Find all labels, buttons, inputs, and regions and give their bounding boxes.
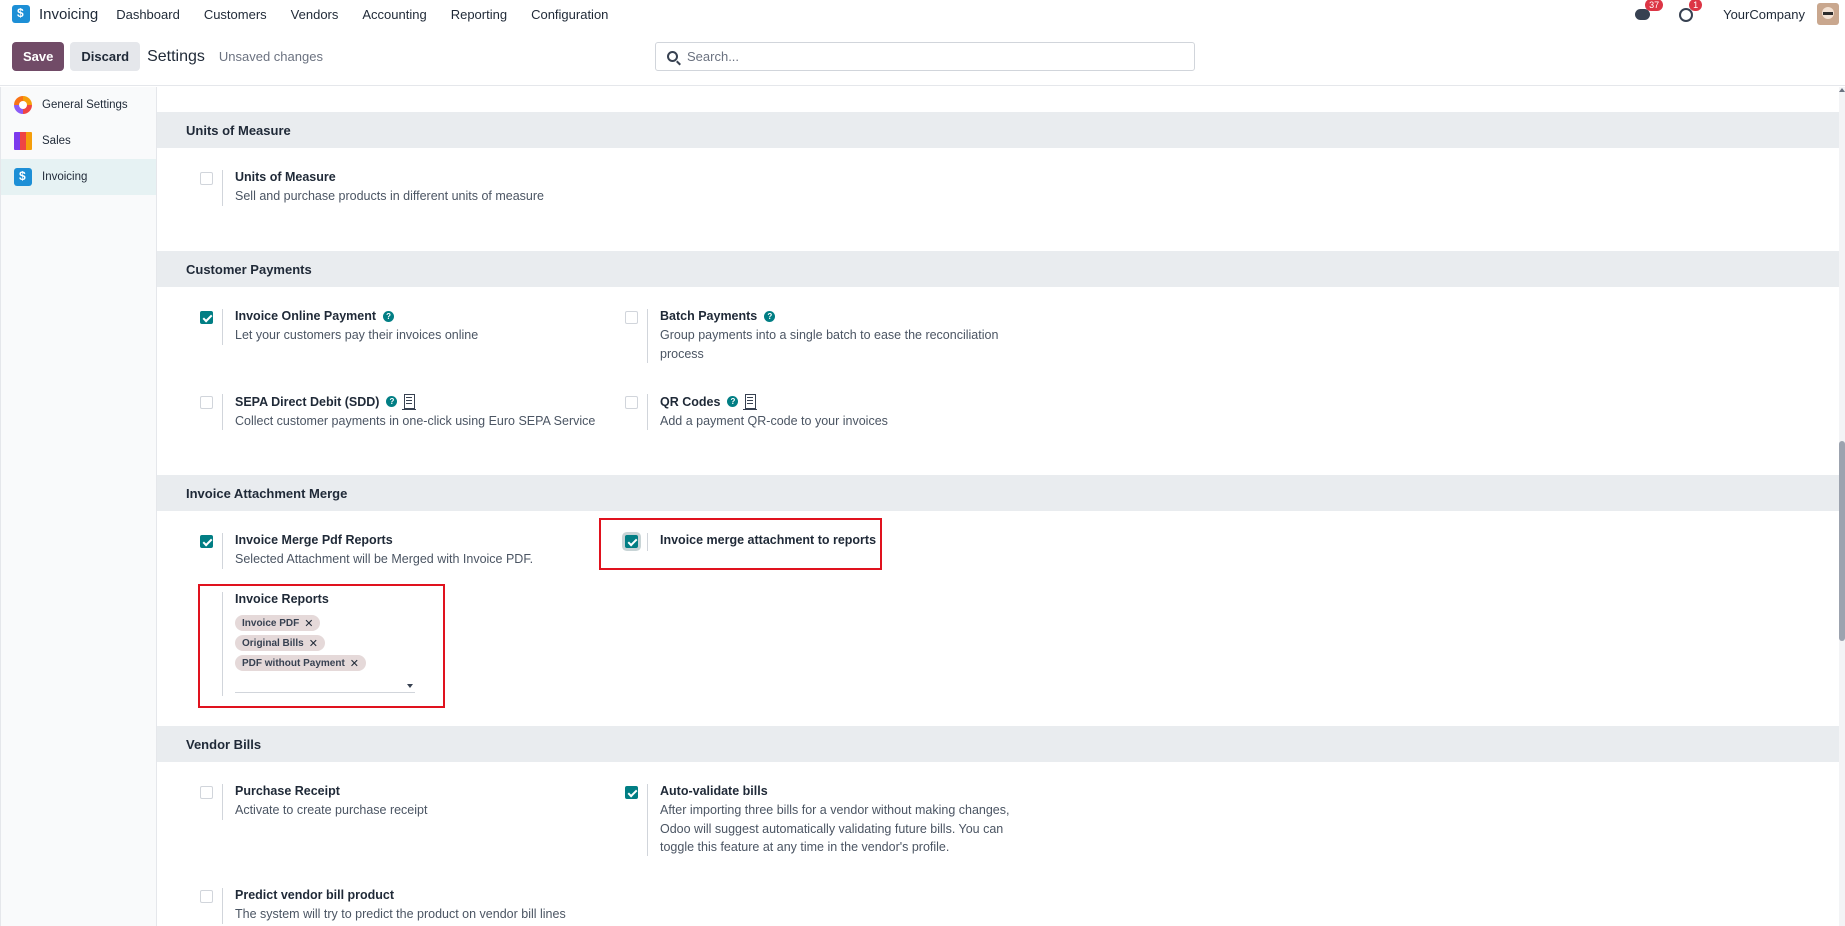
top-navbar: Invoicing Dashboard Customers Vendors Ac…: [0, 0, 1845, 28]
purchase-receipt-checkbox[interactable]: [200, 786, 213, 799]
setting-title: Invoice merge attachment to reports: [660, 533, 877, 547]
setting-description: Add a payment QR-code to your invoices: [660, 414, 888, 428]
invoicing-icon: [14, 168, 32, 186]
menu-accounting[interactable]: Accounting: [362, 7, 426, 22]
invoice-reports-dropdown[interactable]: [235, 677, 415, 693]
setting-units-of-measure: Units of Measure Sell and purchase produ…: [200, 170, 544, 206]
section-title-vendor-bills: Vendor Bills: [157, 726, 1839, 762]
predict-product-checkbox[interactable]: [200, 890, 213, 903]
batch-payments-checkbox[interactable]: [625, 311, 638, 324]
invoicing-app-icon[interactable]: [12, 5, 30, 23]
setting-invoice-online-payment: Invoice Online Payment? Let your custome…: [200, 309, 478, 345]
setting-purchase-receipt: Purchase Receipt Activate to create purc…: [200, 784, 427, 820]
setting-title: Batch Payments: [660, 309, 758, 323]
tag-invoice-pdf: Invoice PDF ✕: [235, 615, 321, 631]
section-title-customer-payments: Customer Payments: [157, 251, 1839, 287]
menu-customers[interactable]: Customers: [204, 7, 267, 22]
setting-title: Purchase Receipt: [235, 784, 340, 798]
activities-clock-icon[interactable]: 1: [1679, 0, 1703, 22]
search-input[interactable]: [687, 49, 1167, 64]
setting-description: Let your customers pay their invoices on…: [235, 328, 479, 342]
tag-original-bills: Original Bills ✕: [235, 635, 325, 651]
sidebar-item-label: General Settings: [42, 99, 128, 111]
menu-vendors[interactable]: Vendors: [291, 7, 339, 22]
vertical-scrollbar[interactable]: [1839, 87, 1845, 926]
section-title-units-of-measure: Units of Measure: [157, 112, 1839, 148]
auto-validate-checkbox[interactable]: [625, 786, 638, 799]
sidebar-item-label: Invoicing: [42, 171, 88, 183]
enterprise-building-icon: [402, 394, 417, 410]
page-title: Settings: [147, 47, 205, 65]
sidebar-item-label: Sales: [42, 135, 71, 147]
enterprise-building-icon: [743, 394, 758, 410]
setting-description: Selected Attachment will be Merged with …: [235, 552, 534, 566]
setting-title: Invoice Reports: [235, 592, 329, 606]
messages-icon[interactable]: 37: [1635, 0, 1664, 22]
remove-tag-icon[interactable]: ✕: [304, 617, 313, 630]
setting-description: Sell and purchase products in different …: [235, 189, 544, 203]
setting-title: QR Codes: [660, 394, 721, 409]
caret-down-icon: [407, 684, 413, 688]
search-icon: [667, 51, 678, 62]
setting-title: Auto-validate bills: [660, 784, 768, 798]
qr-codes-checkbox[interactable]: [625, 396, 638, 409]
menu-configuration[interactable]: Configuration: [531, 7, 608, 22]
general-settings-icon: [14, 96, 32, 114]
setting-description: Collect customer payments in one-click u…: [235, 414, 596, 428]
scroll-up-arrow-icon[interactable]: [1839, 88, 1845, 92]
setting-title: Invoice Merge Pdf Reports: [235, 533, 393, 547]
setting-description: After importing three bills for a vendor…: [660, 803, 1010, 854]
settings-sidebar: General Settings Sales Invoicing: [0, 87, 157, 926]
merge-pdf-checkbox[interactable]: [200, 535, 213, 548]
messages-badge: 37: [1645, 0, 1664, 11]
online-payment-checkbox[interactable]: [200, 311, 213, 324]
control-panel: Save Discard Settings Unsaved changes: [0, 28, 1845, 86]
sidebar-item-sales[interactable]: Sales: [1, 123, 156, 159]
setting-title: Units of Measure: [235, 170, 336, 184]
setting-description: Activate to create purchase receipt: [235, 803, 428, 817]
sales-icon: [14, 132, 32, 150]
search-box[interactable]: [655, 42, 1195, 71]
company-switcher[interactable]: YourCompany: [1723, 7, 1805, 22]
user-avatar[interactable]: [1817, 3, 1839, 25]
sepa-checkbox[interactable]: [200, 396, 213, 409]
merge-attachment-checkbox[interactable]: [625, 535, 638, 548]
setting-predict-vendor-bill-product: Predict vendor bill product The system w…: [200, 888, 566, 924]
setting-description: The system will try to predict the produ…: [235, 907, 566, 921]
settings-content: Units of Measure Units of Measure Sell a…: [157, 87, 1839, 926]
invoice-reports-tags: Invoice PDF ✕ Original Bills ✕ PDF without…: [235, 615, 415, 693]
setting-qr-codes: QR Codes? Add a payment QR-code to your …: [625, 394, 888, 431]
setting-description: Group payments into a single batch to ea…: [660, 328, 999, 361]
setting-auto-validate-bills: Auto-validate bills After importing thre…: [625, 784, 1036, 857]
activities-badge: 1: [1689, 0, 1703, 11]
section-title-invoice-attachment-merge: Invoice Attachment Merge: [157, 475, 1839, 511]
discard-button[interactable]: Discard: [70, 42, 141, 71]
menu-dashboard[interactable]: Dashboard: [116, 7, 180, 22]
tag-pdf-without-payment: PDF without Payment ✕: [235, 655, 367, 671]
help-icon[interactable]: ?: [383, 310, 395, 322]
app-name[interactable]: Invoicing: [39, 6, 98, 23]
setting-title: Predict vendor bill product: [235, 888, 395, 902]
sidebar-item-general-settings[interactable]: General Settings: [1, 87, 156, 123]
setting-batch-payments: Batch Payments? Group payments into a si…: [625, 309, 1030, 363]
scrollbar-thumb[interactable]: [1839, 441, 1845, 641]
setting-sepa-direct-debit: SEPA Direct Debit (SDD)? Collect custome…: [200, 394, 595, 431]
setting-invoice-merge-pdf-reports: Invoice Merge Pdf Reports Selected Attac…: [200, 533, 533, 569]
setting-invoice-merge-attachment: Invoice merge attachment to reports: [625, 533, 876, 551]
save-button[interactable]: Save: [12, 42, 65, 71]
remove-tag-icon[interactable]: ✕: [350, 657, 359, 670]
setting-title: SEPA Direct Debit (SDD): [235, 394, 380, 409]
setting-invoice-reports: Invoice Reports Invoice PDF ✕ Original Bi…: [200, 592, 415, 696]
help-icon[interactable]: ?: [727, 396, 739, 407]
help-icon[interactable]: ?: [386, 396, 398, 407]
remove-tag-icon[interactable]: ✕: [309, 637, 318, 650]
help-icon[interactable]: ?: [764, 310, 776, 322]
menu-reporting[interactable]: Reporting: [451, 7, 507, 22]
setting-title: Invoice Online Payment: [235, 309, 377, 323]
sidebar-item-invoicing[interactable]: Invoicing: [1, 159, 156, 195]
unsaved-status: Unsaved changes: [218, 49, 323, 64]
uom-checkbox[interactable]: [200, 172, 213, 185]
